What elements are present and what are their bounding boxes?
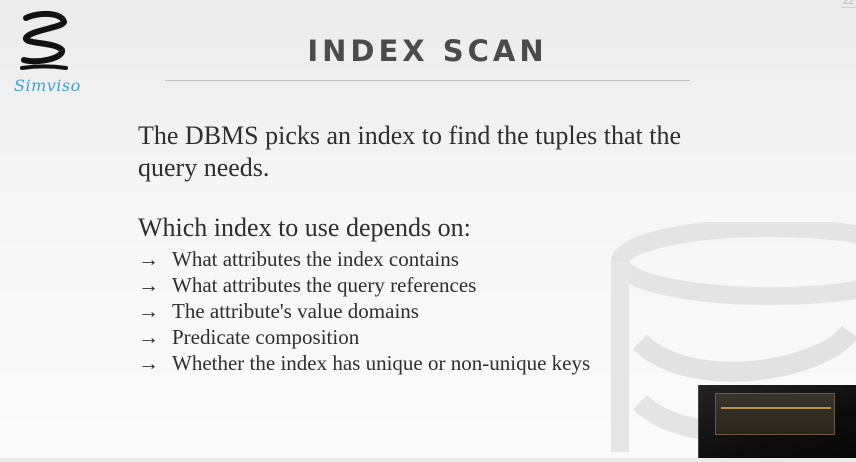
logo-text: Simviso [14, 76, 81, 95]
list-item: → Whether the index has unique or non-uni… [138, 351, 591, 375]
criteria-list: → What attributes the index contains → Wha… [138, 246, 698, 376]
logo-s-icon [20, 10, 68, 70]
arrow-icon: → [138, 299, 159, 323]
webcam-overlay [698, 385, 856, 458]
intro-paragraph: The DBMS picks an index to find the tupl… [138, 120, 698, 184]
slide-body: The DBMS picks an index to find the tupl… [138, 120, 698, 376]
list-item: → What attributes the index contains [138, 247, 459, 271]
intro-text: The DBMS picks an index to find the tupl… [138, 121, 682, 182]
arrow-icon: → [138, 273, 159, 297]
page-number: 22 [840, 0, 856, 8]
list-item: → What attributes the query references [138, 273, 477, 297]
list-item: → The attribute's value domains [138, 299, 419, 323]
arrow-icon: → [138, 325, 159, 349]
list-item: → Predicate composition [138, 325, 360, 349]
title-divider [165, 80, 690, 81]
depends-heading: Which index to use depends on: [138, 213, 471, 242]
webcam-scene [715, 393, 835, 435]
slide-title: INDEX SCAN [307, 34, 548, 68]
arrow-icon: → [138, 247, 159, 271]
webcam-light-strip [721, 407, 831, 409]
simviso-logo: Simviso [10, 10, 82, 100]
arrow-icon: → [138, 351, 159, 375]
